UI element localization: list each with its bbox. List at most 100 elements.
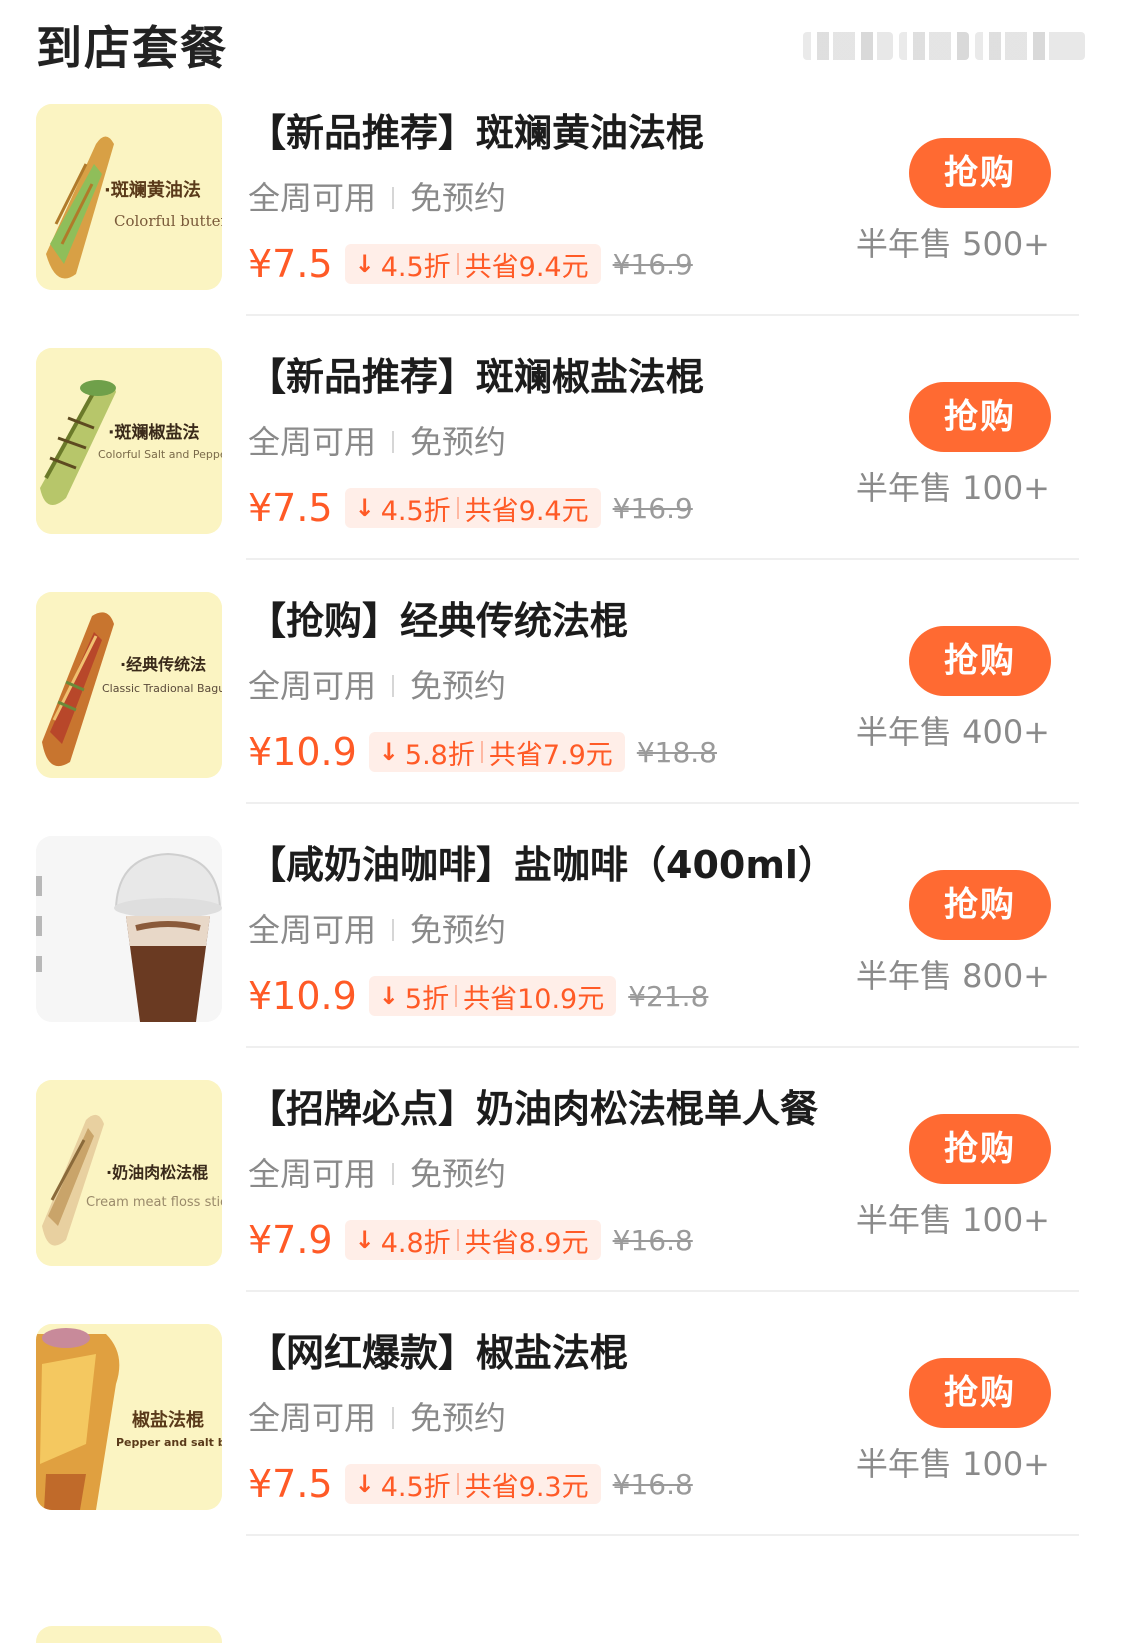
deal-item[interactable]: 椒盐法棍 Pepper and salt bag 【网红爆款】椒盐法棍 全周可用… [0, 1316, 1145, 1560]
discount-badge: ↓ 4.5折 共省9.3元 [344, 1464, 601, 1504]
row-divider [246, 802, 1079, 804]
original-price: ¥16.8 [612, 1467, 693, 1501]
discount-rate: 4.8折 [380, 1227, 451, 1259]
deal-item[interactable]: ·斑斓椒盐法 Colorful Salt and Pepper 【新品推荐】斑斓… [0, 340, 1145, 584]
deal-title[interactable]: 【招牌必点】奶油肉松法棍单人餐 [248, 1080, 818, 1138]
row-divider [246, 1534, 1079, 1536]
tag-divider [392, 1163, 395, 1185]
tag-divider [392, 431, 395, 453]
deal-title[interactable]: 【网红爆款】椒盐法棍 [248, 1324, 628, 1382]
deal-price: ¥10.9 [248, 730, 357, 774]
deal-title[interactable]: 【新品推荐】斑斓椒盐法棍 [248, 348, 704, 406]
sales-count: 半年售 100+ [855, 1201, 1050, 1239]
blurred-text [975, 32, 1085, 60]
deal-tags: 全周可用 免预约 [248, 174, 506, 222]
next-deal-thumbnail-partial[interactable] [36, 1626, 222, 1643]
discount-rate: 5.8折 [404, 739, 475, 771]
thumb-caption-cn: 椒盐法棍 [132, 1409, 204, 1431]
deal-price: ¥7.5 [248, 1462, 333, 1506]
coffee-cup-image [36, 836, 222, 1022]
price-row: ¥10.9 ↓ 5.8折 共省7.9元 ¥18.8 [248, 726, 717, 778]
deal-item[interactable]: ·奶油肉松法棍 Cream meat floss stick 【招牌必点】奶油肉… [0, 1072, 1145, 1316]
page: 到店套餐 ·斑斓黄油法 Colorful butter 【新品推荐】斑斓黄油法棍… [0, 0, 1145, 1643]
tag-divider [392, 1407, 395, 1429]
buy-button[interactable]: 抢购 [909, 138, 1051, 208]
tag-availability: 全周可用 [248, 667, 377, 705]
thumb-caption-cn: ·斑斓椒盐法 [108, 422, 199, 443]
blurred-text [803, 32, 893, 60]
original-price: ¥16.9 [612, 491, 693, 525]
discount-badge: ↓ 4.5折 共省9.4元 [344, 488, 601, 528]
price-row: ¥10.9 ↓ 5折 共省10.9元 ¥21.8 [248, 970, 708, 1022]
row-divider [246, 558, 1079, 560]
blurred-text [899, 32, 969, 60]
discount-badge: ↓ 5折 共省10.9元 [368, 976, 617, 1016]
tag-reservation: 免预约 [410, 911, 507, 949]
baguette-image: ·奶油肉松法棍 Cream meat floss stick [36, 1080, 222, 1266]
baguette-image: ·经典传统法 Classic Tradional Bagu [36, 592, 222, 778]
down-arrow-icon: ↓ [378, 738, 399, 766]
savings-amount: 共省7.9元 [488, 739, 613, 771]
row-divider [246, 1046, 1079, 1048]
deal-item[interactable]: 【咸奶油咖啡】盐咖啡（400ml） 全周可用 免预约 ¥10.9 ↓ 5折 共省… [0, 828, 1145, 1072]
savings-amount: 共省9.4元 [464, 251, 589, 283]
deal-item[interactable]: ·经典传统法 Classic Tradional Bagu 【抢购】经典传统法棍… [0, 584, 1145, 828]
discount-divider [456, 253, 459, 275]
savings-amount: 共省9.4元 [464, 495, 589, 527]
row-divider [246, 1290, 1079, 1292]
discount-divider [455, 985, 458, 1007]
deal-title[interactable]: 【咸奶油咖啡】盐咖啡（400ml） [248, 836, 836, 894]
baguette-image: ·斑斓椒盐法 Colorful Salt and Pepper [36, 348, 222, 534]
deal-thumbnail[interactable]: ·经典传统法 Classic Tradional Bagu [36, 592, 222, 778]
sales-count: 半年售 100+ [855, 1445, 1050, 1483]
more-link[interactable] [803, 24, 1085, 68]
savings-amount: 共省10.9元 [463, 983, 605, 1015]
deal-tags: 全周可用 免预约 [248, 662, 506, 710]
tag-reservation: 免预约 [410, 667, 507, 705]
tag-availability: 全周可用 [248, 179, 377, 217]
sales-count: 半年售 800+ [855, 957, 1050, 995]
price-row: ¥7.9 ↓ 4.8折 共省8.9元 ¥16.8 [248, 1214, 693, 1266]
thumb-caption-en: Colorful Salt and Pepper [98, 448, 222, 461]
tag-availability: 全周可用 [248, 1155, 377, 1193]
buy-button[interactable]: 抢购 [909, 870, 1051, 940]
buy-button[interactable]: 抢购 [909, 1114, 1051, 1184]
deal-tags: 全周可用 免预约 [248, 1150, 506, 1198]
deal-item[interactable]: ·斑斓黄油法 Colorful butter 【新品推荐】斑斓黄油法棍 全周可用… [0, 96, 1145, 340]
tag-divider [392, 675, 395, 697]
discount-badge: ↓ 5.8折 共省7.9元 [368, 732, 625, 772]
deal-thumbnail[interactable]: ·斑斓椒盐法 Colorful Salt and Pepper [36, 348, 222, 534]
discount-rate: 4.5折 [380, 495, 451, 527]
deal-tags: 全周可用 免预约 [248, 418, 506, 466]
deal-title[interactable]: 【新品推荐】斑斓黄油法棍 [248, 104, 704, 162]
down-arrow-icon: ↓ [354, 250, 375, 278]
deal-price: ¥7.5 [248, 242, 333, 286]
sales-count: 半年售 400+ [855, 713, 1050, 751]
tag-reservation: 免预约 [410, 179, 507, 217]
deal-thumbnail[interactable]: 椒盐法棍 Pepper and salt bag [36, 1324, 222, 1510]
deal-tags: 全周可用 免预约 [248, 1394, 506, 1442]
buy-button[interactable]: 抢购 [909, 1358, 1051, 1428]
discount-rate: 4.5折 [380, 1471, 451, 1503]
deal-thumbnail[interactable] [36, 836, 222, 1022]
thumb-caption-cn: ·斑斓黄油法 [104, 179, 201, 201]
price-row: ¥7.5 ↓ 4.5折 共省9.4元 ¥16.9 [248, 238, 693, 290]
discount-rate: 4.5折 [380, 251, 451, 283]
thumb-caption-en: Cream meat floss stick [86, 1195, 222, 1210]
tag-reservation: 免预约 [410, 1155, 507, 1193]
buy-button[interactable]: 抢购 [909, 382, 1051, 452]
tag-divider [392, 187, 395, 209]
tag-reservation: 免预约 [410, 1399, 507, 1437]
discount-badge: ↓ 4.5折 共省9.4元 [344, 244, 601, 284]
thumb-caption-cn: ·奶油肉松法棍 [106, 1163, 208, 1182]
thumb-caption-cn: ·经典传统法 [120, 655, 206, 674]
section-title: 到店套餐 [36, 21, 228, 75]
tag-availability: 全周可用 [248, 911, 377, 949]
original-price: ¥16.8 [612, 1223, 693, 1257]
buy-button[interactable]: 抢购 [909, 626, 1051, 696]
deal-title[interactable]: 【抢购】经典传统法棍 [248, 592, 628, 650]
sales-count: 半年售 500+ [855, 225, 1050, 263]
deal-thumbnail[interactable]: ·奶油肉松法棍 Cream meat floss stick [36, 1080, 222, 1266]
discount-divider [456, 1229, 459, 1251]
deal-thumbnail[interactable]: ·斑斓黄油法 Colorful butter [36, 104, 222, 290]
